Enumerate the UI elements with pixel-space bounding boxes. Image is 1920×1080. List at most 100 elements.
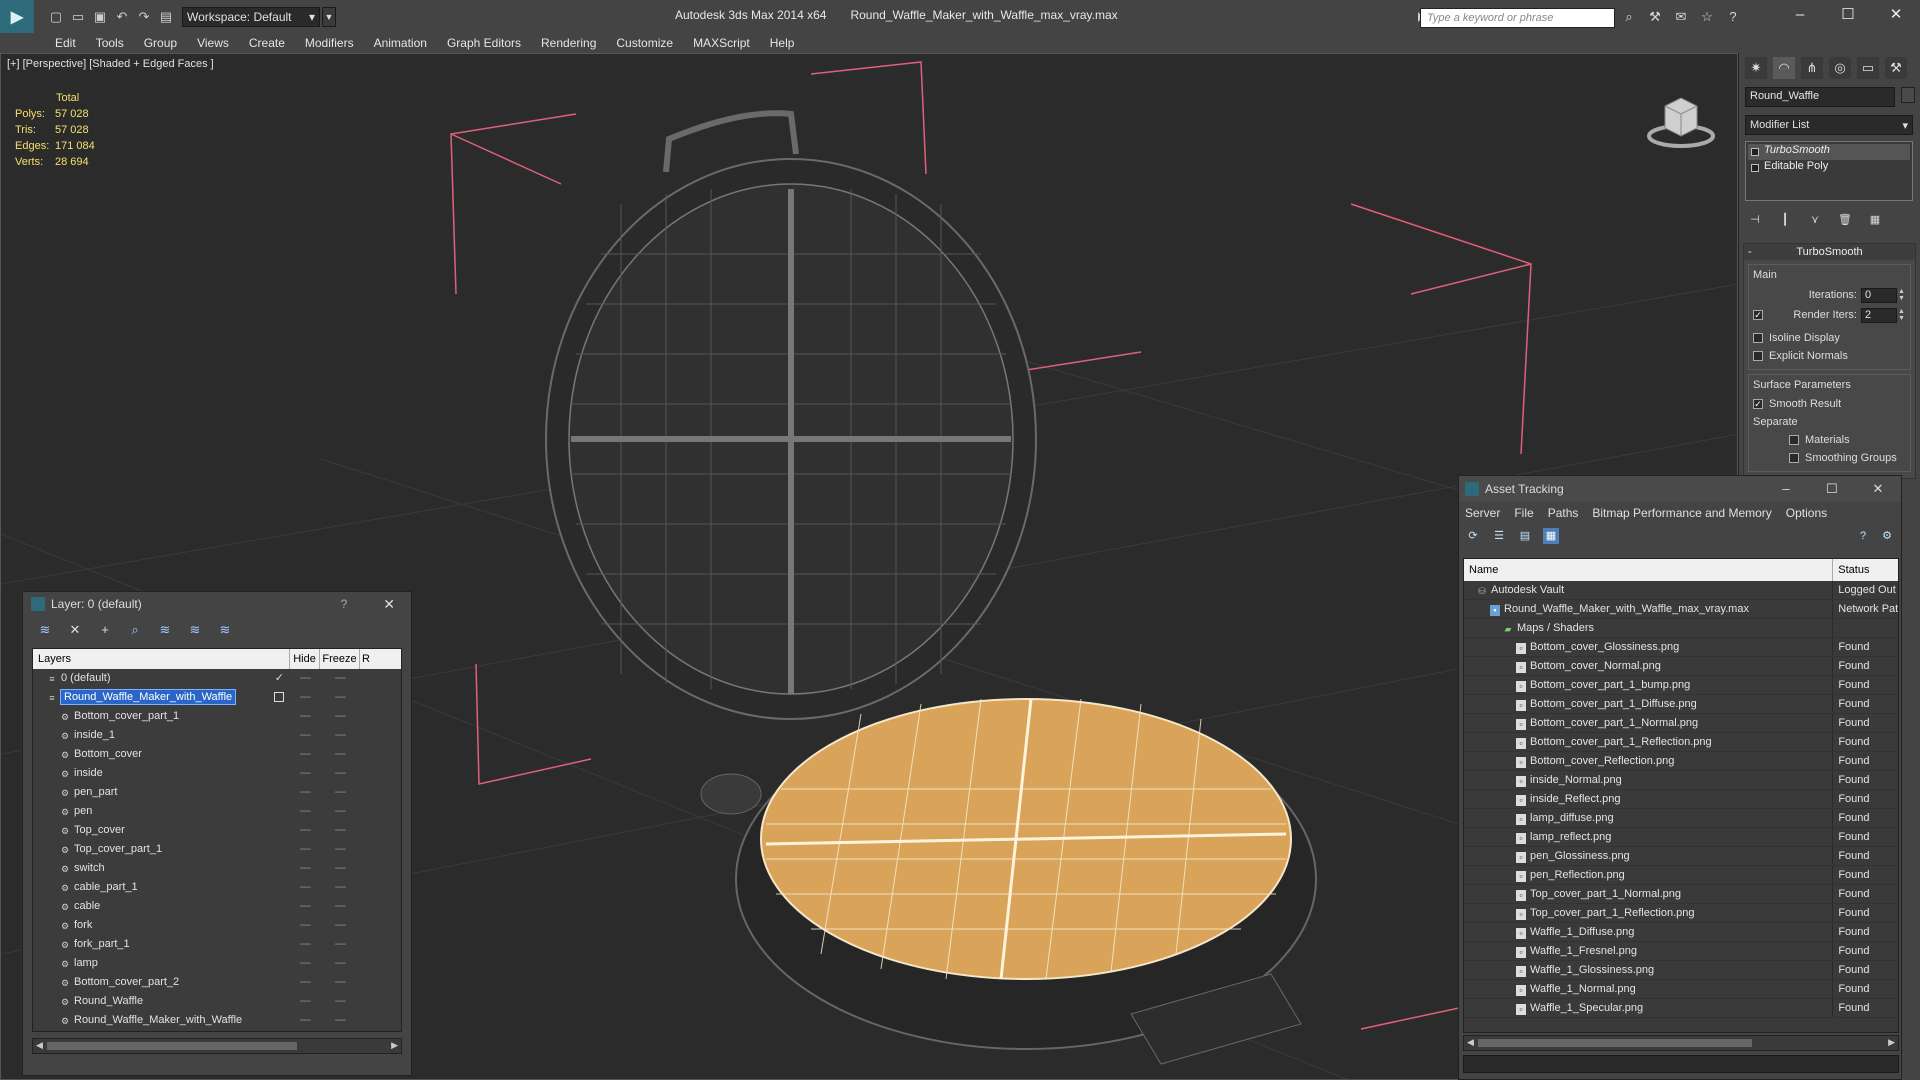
table-row[interactable]: ▫ Bottom_cover_part_1_bump.png Found [1464,676,1898,695]
remove-modifier-icon[interactable]: 🗑 [1837,213,1853,229]
table-row[interactable]: ▫ Bottom_cover_Glossiness.png Found [1464,638,1898,657]
pin-stack-icon[interactable]: ⊣ [1747,213,1763,229]
modifier-list-dropdown[interactable]: Modifier List ▾ [1745,115,1913,135]
hide-toggle[interactable]: ---- [290,840,320,859]
isoline-display-checkbox[interactable] [1753,333,1763,343]
hide-toggle[interactable]: ---- [290,688,320,707]
table-row[interactable]: ▫ pen_Glossiness.png Found [1464,847,1898,866]
col-hide-header[interactable]: Hide [290,649,320,669]
menu-tools[interactable]: Tools [96,36,124,50]
hide-toggle[interactable]: ---- [290,859,320,878]
hierarchy-tab-icon[interactable]: ⋔ [1801,57,1823,79]
menu-animation[interactable]: Animation [374,36,427,50]
freeze-toggle[interactable]: ---- [320,954,360,973]
freeze-toggle[interactable]: ---- [320,973,360,992]
hide-toggle[interactable]: ---- [290,707,320,726]
freeze-toggle[interactable]: ---- [320,688,360,707]
layer-row[interactable]: ⚙ fork ---- ---- [33,916,401,935]
layer-row[interactable]: ⚙ Top_cover ---- ---- [33,821,401,840]
table-row[interactable]: ▫ Top_cover_part_1_Reflection.png Found [1464,904,1898,923]
table-row[interactable]: ▫ Waffle_1_Normal.png Found [1464,980,1898,999]
table-row[interactable]: ▫ Top_cover_part_1_Normal.png Found [1464,885,1898,904]
expand-icon[interactable] [1751,164,1759,172]
layer-row[interactable]: ≡ 0 (default) ✓ ---- ---- [33,669,401,688]
customize-toolbar-icon[interactable]: ▼ [322,6,336,27]
object-color-swatch[interactable] [1901,87,1915,103]
render-iters-spinner[interactable]: 2 [1861,307,1897,323]
app-logo-icon[interactable]: ▶ [0,0,34,33]
new-file-icon[interactable]: ▢ [48,9,64,25]
freeze-toggle[interactable]: ---- [320,783,360,802]
table-row[interactable]: ▫ Bottom_cover_part_1_Diffuse.png Found [1464,695,1898,714]
help-icon[interactable]: ? [341,597,348,611]
freeze-toggle[interactable]: ---- [320,859,360,878]
layer-row[interactable]: ⚙ Round_Waffle ---- ---- [33,992,401,1011]
table-row[interactable]: ▫ Bottom_cover_part_1_Normal.png Found [1464,714,1898,733]
col-render-header[interactable]: R [360,649,370,669]
layer-row[interactable]: ⚙ inside_1 ---- ---- [33,726,401,745]
create-layer-icon[interactable]: ≋ [37,622,53,638]
table-row[interactable]: ▫ inside_Reflect.png Found [1464,790,1898,809]
tree-view-icon[interactable]: ▤ [1517,528,1533,544]
layer-row[interactable]: ⚙ pen ---- ---- [33,802,401,821]
menu-rendering[interactable]: Rendering [541,36,596,50]
layer-window-titlebar[interactable]: Layer: 0 (default) ? ✕ [23,592,411,616]
set-current-layer-icon[interactable] [274,692,284,702]
workspace-dropdown[interactable]: Workspace: Default ▾ [182,6,320,27]
bulb-icon[interactable] [1751,148,1759,156]
close-icon[interactable]: ✕ [1855,481,1901,497]
freeze-toggle[interactable]: ---- [320,935,360,954]
table-row[interactable]: ▫ Waffle_1_Fresnel.png Found [1464,942,1898,961]
scroll-right-icon[interactable]: ▶ [1888,1037,1895,1048]
freeze-toggle[interactable]: ---- [320,897,360,916]
search-input[interactable]: Type a keyword or phrase [1420,8,1615,28]
iterations-spinner[interactable]: 0 [1861,287,1897,303]
layer-row[interactable]: ⚙ Round_Waffle_Maker_with_Waffle ---- ---- [33,1011,401,1030]
table-row[interactable]: ▫ Waffle_1_Glossiness.png Found [1464,961,1898,980]
utilities-tab-icon[interactable]: ⚒ [1885,57,1907,79]
create-tab-icon[interactable]: ✷ [1745,57,1767,79]
table-row[interactable]: ▫ Waffle_1_Specular.png Found [1464,999,1898,1018]
table-row[interactable]: ▫ Bottom_cover_part_1_Reflection.png Found [1464,733,1898,752]
menu-bitmap-performance[interactable]: Bitmap Performance and Memory [1592,506,1771,520]
spinner-arrows-icon[interactable]: ▲ ▼ [1898,308,1906,322]
menu-graph-editors[interactable]: Graph Editors [447,36,521,50]
refresh-icon[interactable]: ⟳ [1465,528,1481,544]
col-status-header[interactable]: Status [1833,559,1898,581]
table-view-icon[interactable]: ▦ [1543,528,1559,544]
help-icon[interactable]: ? [1724,8,1742,26]
freeze-toggle[interactable]: ---- [320,1011,360,1030]
smooth-result-checkbox[interactable]: ✓ [1753,399,1763,409]
render-iters-checkbox[interactable]: ✓ [1753,310,1763,320]
viewcube-icon[interactable] [1641,84,1721,154]
modify-tab-icon[interactable]: ◠ [1773,57,1795,79]
explicit-normals-checkbox[interactable] [1753,351,1763,361]
hide-toggle[interactable]: ---- [290,897,320,916]
current-layer-check-icon[interactable]: ✓ [275,669,284,688]
menu-options[interactable]: Options [1786,506,1827,520]
configure-sets-icon[interactable]: ▦ [1867,213,1883,229]
menu-create[interactable]: Create [249,36,285,50]
spinner-arrows-icon[interactable]: ▲ ▼ [1898,288,1906,302]
hide-toggle[interactable]: ---- [290,935,320,954]
menu-help[interactable]: Help [770,36,795,50]
table-row[interactable]: ▫ Bottom_cover_Normal.png Found [1464,657,1898,676]
col-layers-header[interactable]: Layers [33,649,290,669]
hide-toggle[interactable]: ---- [290,878,320,897]
menu-views[interactable]: Views [197,36,229,50]
menu-edit[interactable]: Edit [55,36,76,50]
hide-toggle[interactable]: ---- [290,821,320,840]
scroll-left-icon[interactable]: ◀ [36,1040,43,1051]
freeze-toggle[interactable]: ---- [320,916,360,935]
menu-paths[interactable]: Paths [1548,506,1579,520]
col-freeze-header[interactable]: Freeze [320,649,360,669]
binoculars-icon[interactable]: ⌕ [1620,8,1638,26]
hide-toggle[interactable]: ---- [290,802,320,821]
layer-horizontal-scrollbar[interactable]: ◀ ▶ [32,1038,402,1054]
help-icon[interactable]: ? [1855,528,1871,544]
hide-toggle[interactable]: ---- [290,973,320,992]
make-unique-icon[interactable]: ⋎ [1807,213,1823,229]
freeze-toggle[interactable]: ---- [320,821,360,840]
rollout-header[interactable]: - TurboSmooth [1744,244,1915,260]
stack-item-turbosmooth[interactable]: TurboSmooth [1748,144,1910,160]
